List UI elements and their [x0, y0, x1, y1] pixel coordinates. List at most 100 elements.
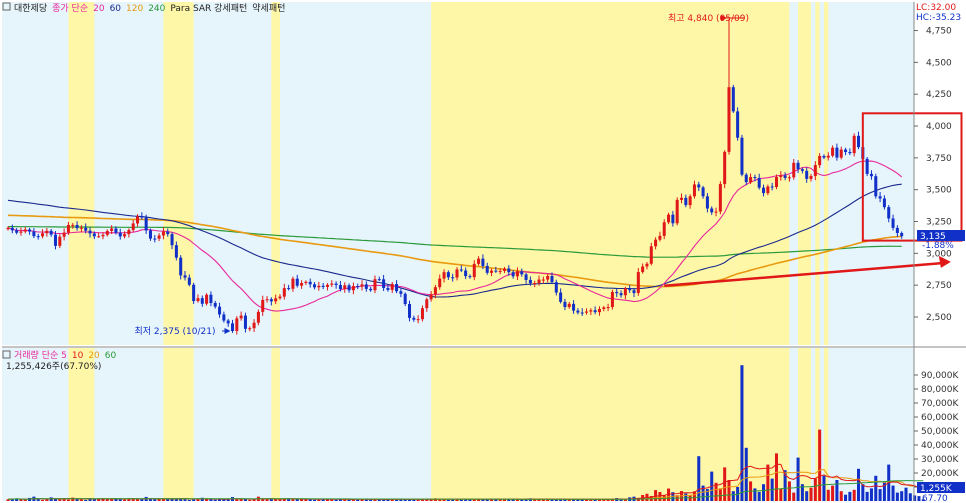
candle-body	[645, 263, 649, 267]
candle-body	[736, 111, 740, 138]
volume-bar	[658, 492, 662, 501]
candle-body	[507, 268, 511, 273]
candle-body	[174, 245, 178, 258]
candle-body	[554, 282, 558, 293]
candle-body	[438, 278, 442, 288]
price-change: -1.88%	[922, 241, 954, 251]
volume-bar	[654, 490, 658, 501]
candle-body	[308, 281, 312, 285]
volume-bar	[58, 499, 62, 501]
candle-body	[127, 230, 131, 235]
candle-body	[541, 279, 545, 281]
volume-bar	[213, 499, 217, 501]
candle-body	[321, 285, 325, 287]
volume-bar	[762, 484, 766, 501]
candle-body	[226, 320, 230, 324]
highlight-band	[431, 348, 734, 501]
legend-item: 약세패턴	[252, 2, 285, 14]
volume-bar	[105, 499, 109, 501]
candle-body	[239, 315, 243, 319]
candle-body	[140, 216, 144, 218]
candle-body	[390, 284, 394, 290]
price-tick-label: 2,500	[926, 313, 952, 323]
volume-bar	[796, 457, 800, 501]
candle-body	[800, 169, 804, 171]
candle-body	[740, 137, 744, 175]
candle-body	[835, 147, 839, 158]
candle-body	[248, 328, 252, 330]
candle-body	[498, 270, 502, 272]
volume-bar	[900, 491, 904, 501]
candle-body	[723, 151, 727, 185]
volume-bar	[891, 485, 895, 501]
highlight-band	[271, 348, 280, 501]
volume-bar	[23, 499, 27, 501]
volume-bar	[727, 480, 731, 501]
volume-bar	[731, 491, 735, 501]
candle-body	[524, 274, 528, 280]
candle-body	[887, 207, 891, 219]
candle-body	[749, 177, 753, 183]
candle-body	[731, 87, 735, 112]
candle-body	[757, 177, 761, 188]
volume-bar	[446, 499, 450, 501]
candle-body	[45, 230, 49, 234]
candle-body	[796, 162, 800, 170]
candle-body	[753, 177, 757, 179]
volume-bar	[757, 491, 761, 501]
svg-text:대한제당종가 단순2060120240Para SAR 강세: 대한제당 종가 단순 20 60 120 240 Para SAR 강세패턴 약세패턴	[14, 2, 285, 14]
candle-body	[468, 276, 472, 278]
candle-body	[92, 233, 96, 237]
stock-chart-window: 4,750 4,500 4,250 4,000 3,750 3,500 3,250 3,000…	[0, 0, 966, 503]
candle-body	[403, 293, 407, 305]
candle-body	[287, 288, 291, 290]
chart-canvas[interactable]: 4,7504,5004,2504,0003,7503,5003,2503,000…	[0, 0, 966, 503]
candle-body	[826, 155, 830, 158]
candle-body	[593, 310, 597, 313]
candle-body	[377, 279, 381, 281]
candle-body	[282, 288, 286, 297]
candle-body	[481, 258, 485, 266]
legend-item: 20	[88, 351, 100, 361]
candle-body	[36, 236, 40, 238]
candle-body	[356, 286, 360, 288]
volume-tick-label: 20,000K	[921, 469, 959, 479]
volume-legend: 거래량 단순 5 10 20 60 1,255,426주(67.70%)	[2, 349, 116, 372]
candle-body	[615, 291, 619, 294]
legend-item: 20	[93, 4, 105, 14]
candle-body	[157, 235, 161, 239]
candle-body	[900, 232, 904, 237]
highlight-band	[271, 2, 280, 345]
candle-body	[580, 312, 584, 314]
candle-body	[688, 196, 692, 206]
volume-bar	[848, 491, 852, 501]
candle-body	[619, 293, 623, 296]
highlight-band	[823, 2, 829, 345]
candle-body	[330, 283, 334, 285]
candle-body	[787, 177, 791, 179]
volume-bar	[908, 493, 912, 501]
candle-body	[528, 279, 532, 284]
candle-body	[347, 285, 351, 291]
volume-tick-label: 60,000K	[921, 413, 959, 423]
volume-tick-label: 90,000K	[921, 371, 959, 381]
candle-body	[774, 177, 778, 188]
volume-bar	[831, 485, 835, 501]
volume-bar	[66, 499, 70, 501]
volume-tick-label: 70,000K	[921, 399, 959, 409]
candle-body	[662, 222, 666, 236]
volume-bar	[787, 481, 791, 501]
volume-tick-label: 40,000K	[921, 441, 959, 451]
candle-body	[278, 296, 282, 299]
candle-body	[874, 176, 878, 197]
candle-body	[546, 275, 550, 280]
candle-body	[770, 186, 774, 188]
candle-body	[714, 211, 718, 213]
candle-body	[671, 214, 675, 224]
volume-current: 1,255K	[920, 484, 953, 494]
candle-body	[295, 278, 299, 286]
volume-bar	[718, 488, 722, 501]
volume-bar	[774, 453, 778, 501]
candle-body	[865, 158, 869, 174]
price-tick-label: 2,750	[926, 281, 952, 291]
